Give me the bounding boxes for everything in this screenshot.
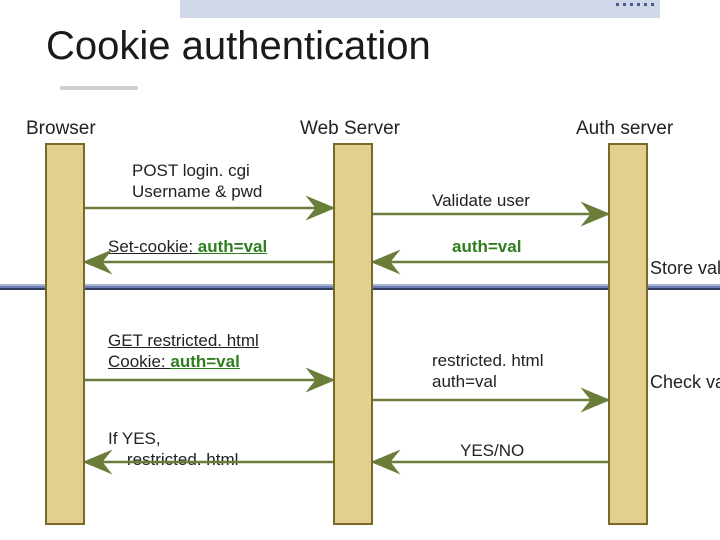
msg-if-yes-line2: restricted. html <box>127 450 238 469</box>
msg-post-login-line1: POST login. cgi <box>132 161 250 180</box>
msg-get-restricted-line1: GET restricted. html <box>108 331 259 350</box>
msg-post-login: POST login. cgi Username & pwd <box>132 160 262 203</box>
note-check-val: Check val <box>650 372 720 393</box>
msg-if-yes: If YES, restricted. html <box>108 428 238 471</box>
msg-get-restricted-cookie-value: auth=val <box>170 352 239 371</box>
msg-get-restricted: GET restricted. html Cookie: auth=val <box>108 330 259 373</box>
label-web-server: Web Server <box>300 118 400 140</box>
msg-set-cookie-prefix: Set-cookie: <box>108 237 198 256</box>
lifeline-browser <box>45 143 85 525</box>
msg-if-yes-line1: If YES, <box>108 429 161 448</box>
title-underline <box>60 86 138 90</box>
msg-validate-user: Validate user <box>432 190 530 211</box>
lifeline-auth-server <box>608 143 648 525</box>
msg-yes-no: YES/NO <box>460 440 524 461</box>
msg-auth-val-return: auth=val <box>452 236 521 257</box>
msg-post-login-line2: Username & pwd <box>132 182 262 201</box>
msg-set-cookie: Set-cookie: auth=val <box>108 236 267 257</box>
note-store-val: Store val <box>650 258 720 279</box>
slide-title: Cookie authentication <box>46 24 431 69</box>
msg-set-cookie-value: auth=val <box>198 237 267 256</box>
msg-restricted-line2: auth=val <box>432 372 497 391</box>
label-auth-server: Auth server <box>576 118 673 140</box>
label-browser: Browser <box>26 118 96 140</box>
msg-restricted-auth: restricted. html auth=val <box>432 350 543 393</box>
msg-get-restricted-cookie-prefix: Cookie: <box>108 352 170 371</box>
lifeline-web-server <box>333 143 373 525</box>
msg-restricted-line1: restricted. html <box>432 351 543 370</box>
decorative-dots <box>616 3 654 6</box>
slide-top-accent <box>180 0 660 18</box>
